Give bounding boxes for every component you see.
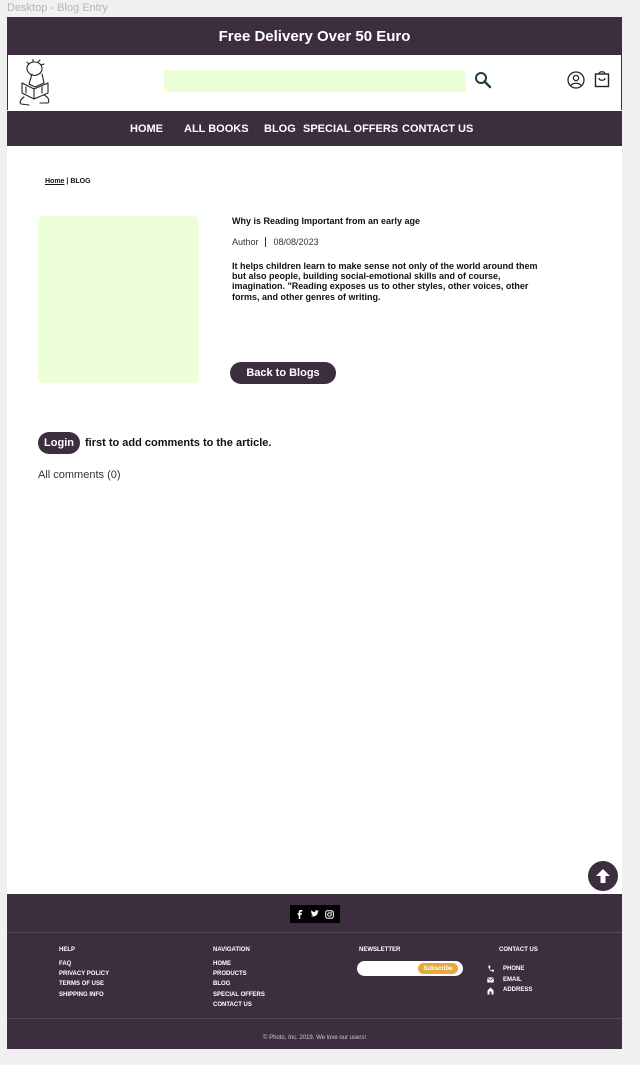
- search-input[interactable]: [164, 70, 466, 92]
- footer-contact-phone[interactable]: PHONE: [503, 966, 524, 972]
- post-author: Author: [232, 237, 259, 247]
- post-date: 08/08/2023: [273, 237, 319, 247]
- footer-heading-newsletter: NEWSLETTER: [359, 947, 401, 953]
- nav-item-contact-us[interactable]: CONTACT US: [402, 111, 473, 146]
- footer-nav-contact-us[interactable]: CONTACT US: [213, 1002, 252, 1008]
- header: [7, 55, 622, 110]
- footer-link-faq[interactable]: FAQ: [59, 961, 71, 967]
- logo[interactable]: [14, 58, 56, 107]
- footer-heading-contact: CONTACT US: [499, 947, 538, 953]
- social-links: [290, 905, 340, 923]
- main-nav: HOME ALL BOOKS BLOG SPECIAL OFFERS CONTA…: [7, 111, 622, 146]
- email-icon: [486, 976, 494, 984]
- frame-label: Desktop - Blog Entry: [7, 2, 108, 14]
- twitter-icon[interactable]: [310, 910, 319, 918]
- login-button[interactable]: Login: [38, 432, 80, 454]
- post-meta: Author 08/08/2023: [232, 237, 319, 247]
- nav-item-home[interactable]: HOME: [130, 111, 163, 146]
- post-image-placeholder: [38, 216, 199, 383]
- nav-item-all-books[interactable]: ALL BOOKS: [184, 111, 249, 146]
- footer-nav-special-offers[interactable]: SPECIAL OFFERS: [213, 992, 265, 998]
- footer-divider-top: [7, 932, 622, 933]
- footer: HELP FAQ PRIVACY POLICY TERMS OF USE SHI…: [7, 894, 622, 1049]
- search-icon[interactable]: [474, 71, 492, 89]
- user-icon[interactable]: [567, 71, 585, 89]
- nav-item-special-offers[interactable]: SPECIAL OFFERS: [303, 111, 398, 146]
- arrow-up-icon: [596, 869, 610, 883]
- footer-contact-email[interactable]: EMAIL: [503, 977, 522, 983]
- footer-nav-blog[interactable]: BLOG: [213, 981, 230, 987]
- footer-contact-address[interactable]: ADDRESS: [503, 987, 532, 993]
- footer-link-privacy-policy[interactable]: PRIVACY POLICY: [59, 971, 109, 977]
- facebook-icon[interactable]: [296, 909, 304, 919]
- post-body: It helps children learn to make sense no…: [232, 261, 538, 302]
- footer-heading-help: HELP: [59, 947, 76, 953]
- footer-link-shipping-info[interactable]: SHIPPING INFO: [59, 992, 104, 998]
- promo-text: Free Delivery Over 50 Euro: [218, 27, 411, 45]
- address-icon: [486, 987, 494, 995]
- post-title: Why is Reading Important from an early a…: [232, 216, 421, 226]
- promo-bar: Free Delivery Over 50 Euro: [7, 17, 622, 55]
- phone-icon: [486, 965, 494, 973]
- breadcrumb-separator: |: [66, 178, 69, 185]
- scroll-to-top-button[interactable]: [588, 861, 618, 891]
- comments-count: All comments (0): [38, 469, 121, 481]
- breadcrumb-current: BLOG: [70, 178, 91, 185]
- meta-divider: [264, 237, 266, 247]
- nav-item-blog[interactable]: BLOG: [264, 111, 296, 146]
- footer-heading-navigation: NAVIGATION: [213, 947, 250, 953]
- cart-icon[interactable]: [594, 70, 610, 88]
- breadcrumb-home[interactable]: Home: [45, 178, 64, 185]
- breadcrumb: Home | BLOG: [45, 178, 91, 185]
- footer-nav-home[interactable]: HOME: [213, 961, 231, 967]
- back-to-blogs-button[interactable]: Back to Blogs: [230, 362, 336, 384]
- footer-nav-products[interactable]: PRODUCTS: [213, 971, 247, 977]
- subscribe-button[interactable]: Subscribe: [418, 963, 458, 974]
- footer-divider-bottom: [7, 1018, 622, 1019]
- login-prompt: first to add comments to the article.: [85, 437, 272, 449]
- reading-child-logo-icon: [19, 58, 50, 106]
- copyright-text: © Photo, Inc. 2019. We love our users!: [262, 1035, 367, 1041]
- instagram-icon[interactable]: [325, 909, 334, 919]
- footer-link-terms-of-use[interactable]: TERMS OF USE: [59, 981, 104, 987]
- page: Free Delivery Over 50 Euro HOME ALL BOOK…: [7, 17, 622, 1049]
